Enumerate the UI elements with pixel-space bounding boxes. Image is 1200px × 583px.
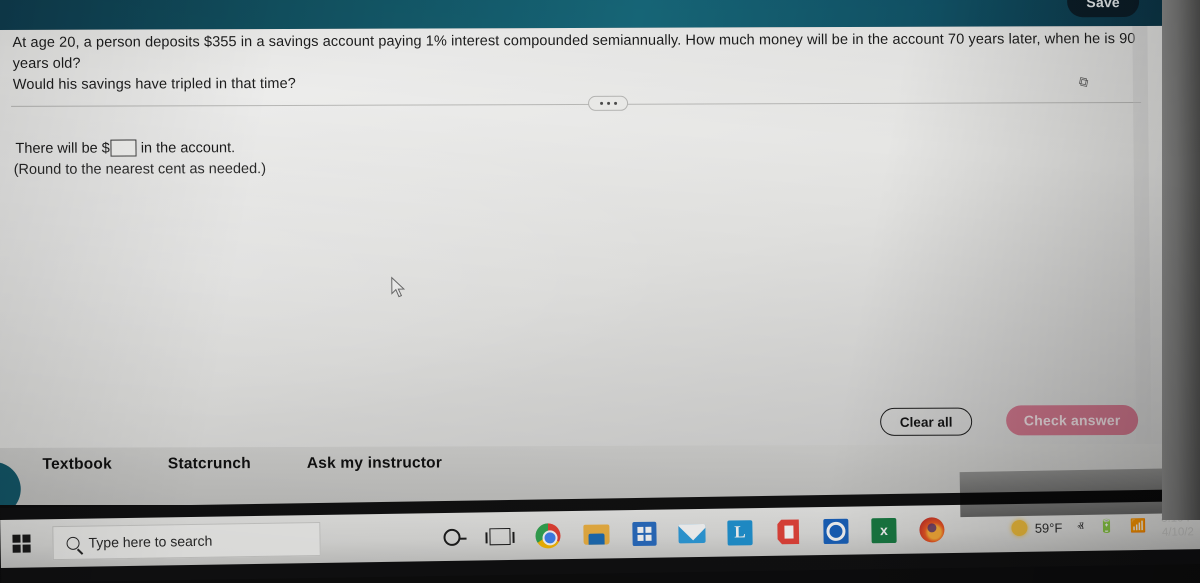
tool-links: Textbook Statcrunch Ask my instructor — [42, 454, 442, 473]
section-divider — [11, 102, 1141, 107]
app-header-bar: Points: 0 of 1 Save — [0, 0, 1170, 30]
save-button[interactable]: Save — [1067, 0, 1139, 17]
show-hidden-icons-chevron[interactable]: ⱏ — [1077, 519, 1084, 535]
office-icon[interactable] — [774, 518, 801, 545]
lockdown-browser-icon[interactable]: L — [726, 519, 753, 546]
sun-icon — [1012, 520, 1028, 536]
check-answer-button[interactable]: Check answer — [1006, 405, 1138, 435]
search-placeholder: Type here to search — [88, 533, 212, 551]
question-body: At age 20, a person deposits $355 in a s… — [12, 29, 1153, 96]
battery-icon[interactable]: 🔋 — [1099, 518, 1115, 534]
microsoft-store-icon[interactable] — [630, 520, 657, 547]
monitor-bezel-right — [1162, 0, 1200, 520]
answer-input[interactable] — [111, 139, 137, 156]
taskbar-search-input[interactable]: Type here to search — [52, 522, 321, 560]
firefox-icon[interactable] — [918, 516, 945, 543]
clock-date: 4/10/2 — [1162, 526, 1194, 539]
textbook-link[interactable]: Textbook — [42, 456, 112, 474]
more-options-button[interactable] — [588, 96, 628, 111]
excel-icon[interactable]: x — [870, 516, 897, 543]
chrome-icon[interactable] — [534, 522, 561, 549]
task-view-icon[interactable] — [486, 522, 513, 549]
outlook-icon[interactable] — [822, 517, 849, 544]
dot-1-icon — [600, 102, 603, 105]
screen-photo: Points: 0 of 1 Save At age 20, a person … — [0, 0, 1200, 583]
answer-prefix: There will be $ — [15, 140, 109, 156]
ask-my-instructor-link[interactable]: Ask my instructor — [307, 454, 442, 472]
network-icon[interactable]: 📶 — [1130, 518, 1146, 534]
question-page: At age 20, a person deposits $355 in a s… — [0, 26, 1175, 518]
weather-widget[interactable]: 59°F — [1012, 519, 1063, 536]
windows-start-icon[interactable] — [4, 526, 39, 561]
clear-all-button[interactable]: Clear all — [880, 408, 972, 436]
statcrunch-link[interactable]: Statcrunch — [168, 455, 251, 473]
file-explorer-icon[interactable] — [582, 521, 609, 548]
taskbar-pinned-apps: L x — [438, 516, 945, 551]
cortana-icon[interactable] — [438, 523, 465, 550]
search-icon — [66, 536, 79, 549]
dot-3-icon — [614, 102, 617, 105]
screen-content: Points: 0 of 1 Save At age 20, a person … — [0, 0, 1175, 518]
question-line-1: At age 20, a person deposits $355 in a s… — [12, 31, 1135, 72]
question-line-2: Would his savings have tripled in that t… — [13, 71, 1153, 96]
answer-suffix: in the account. — [141, 140, 235, 156]
weather-temperature: 59°F — [1035, 520, 1063, 535]
mail-icon[interactable] — [678, 519, 705, 546]
answer-statement: There will be $ in the account. — [15, 139, 235, 157]
mouse-cursor-icon — [391, 277, 407, 299]
taskbar-inner: Type here to search L x 59°F ⱏ 🔋 📶 4/10/… — [0, 501, 1200, 568]
dot-2-icon — [607, 102, 610, 105]
rounding-note: (Round to the nearest cent as needed.) — [14, 161, 266, 178]
